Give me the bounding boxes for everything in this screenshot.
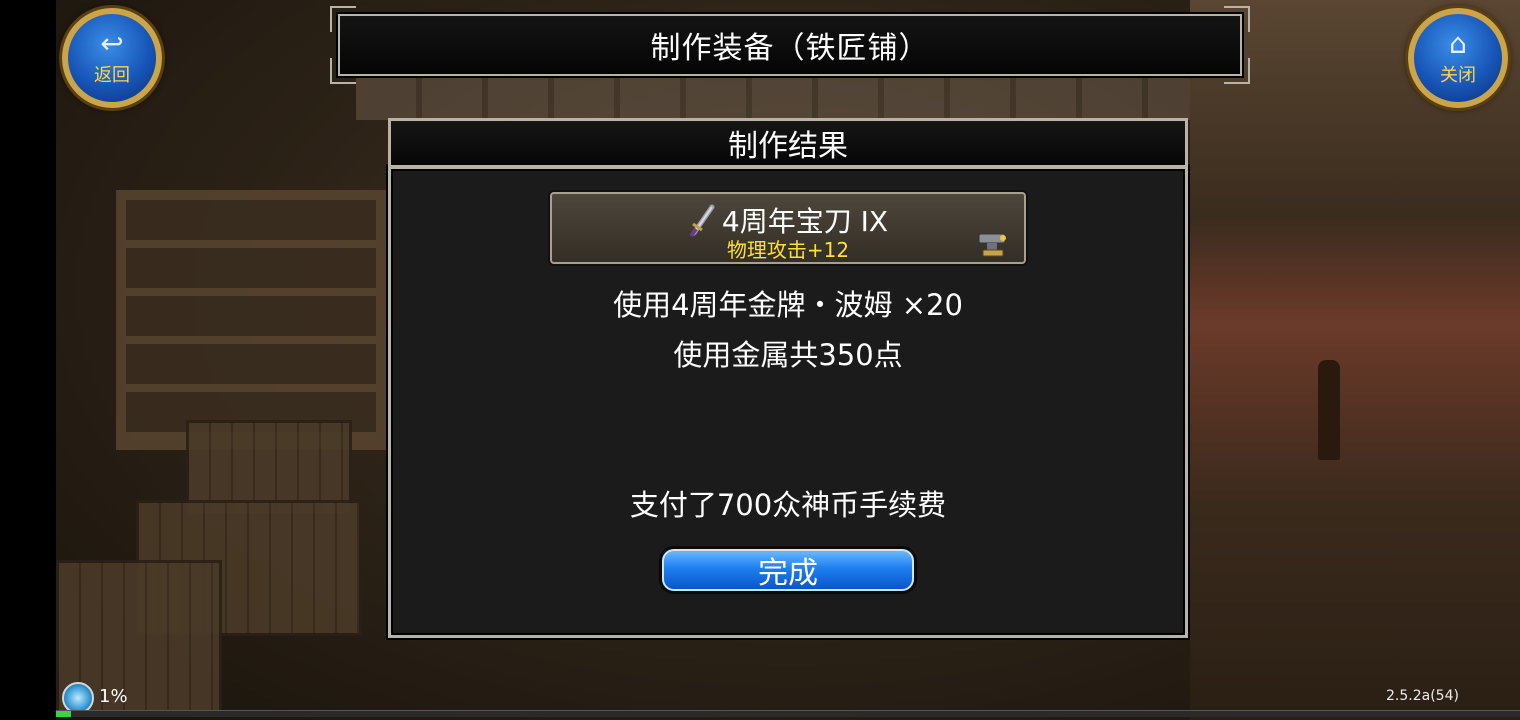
item-stat: 物理攻击+12 [726, 238, 850, 262]
done-button[interactable]: 完成 [662, 549, 914, 591]
material-used-text: 使用4周年金牌・波姆 ×20 [613, 288, 963, 322]
back-button[interactable]: ↩ 返回 [62, 8, 162, 108]
return-arrow-icon: ↩ [100, 27, 124, 60]
close-button[interactable]: ⌂ 关闭 [1408, 8, 1508, 108]
page-title: 制作装备（铁匠铺） [650, 31, 930, 66]
version-label: 2.5.2a(54) [1386, 688, 1459, 704]
back-button-label: 返回 [94, 65, 130, 86]
anvil-icon [976, 228, 1010, 258]
frame-corner [330, 6, 356, 32]
result-heading: 制作结果 [728, 129, 848, 164]
bottle [1318, 360, 1340, 460]
frame-corner [1224, 6, 1250, 32]
frame-corner [330, 58, 356, 84]
progress-fill [56, 711, 71, 717]
download-progress-bar [56, 710, 1520, 717]
close-button-label: 关闭 [1440, 65, 1476, 86]
crafted-item-card: 4周年宝刀 IX 物理攻击+12 [550, 192, 1026, 264]
done-button-label: 完成 [758, 556, 818, 591]
right-wall [1190, 0, 1520, 720]
page-title-bar: 制作装备（铁匠铺） [330, 6, 1250, 84]
result-panel-header: 制作结果 [388, 118, 1188, 168]
fee-paid-text: 支付了700众神币手续费 [629, 488, 947, 522]
download-percent: 1% [99, 686, 128, 707]
ceiling-boards [356, 70, 1236, 120]
frame-corner [1224, 58, 1250, 84]
home-icon: ⌂ [1449, 27, 1467, 60]
metal-used-text: 使用金属共350点 [673, 338, 903, 372]
jar-shelf [116, 190, 386, 450]
